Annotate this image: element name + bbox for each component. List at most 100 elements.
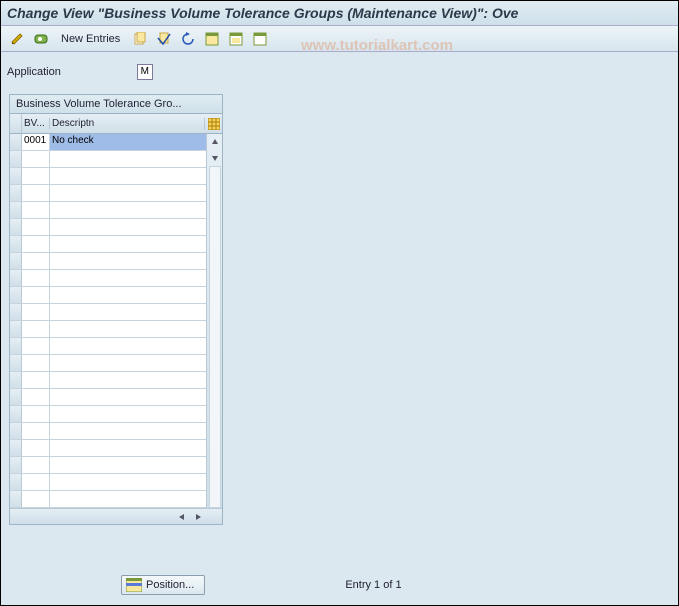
cell-description[interactable] [50,372,206,388]
cell-description[interactable] [50,253,206,269]
cell-bv[interactable] [22,440,50,456]
cell-description[interactable] [50,219,206,235]
row-selector[interactable] [10,457,22,473]
table-row[interactable] [10,440,206,457]
table-row[interactable] [10,253,206,270]
column-description[interactable]: Descriptn [50,118,204,129]
cell-bv[interactable] [22,338,50,354]
cell-description[interactable] [50,202,206,218]
undo-icon[interactable] [178,29,198,49]
scrollbar-track[interactable] [209,166,221,508]
table-row[interactable] [10,423,206,440]
other-view-icon[interactable] [31,29,51,49]
table-row[interactable] [10,168,206,185]
table-row[interactable] [10,236,206,253]
cell-description[interactable] [50,406,206,422]
table-row[interactable] [10,372,206,389]
table-row[interactable] [10,287,206,304]
cell-description[interactable] [50,151,206,167]
cell-description[interactable] [50,440,206,456]
cell-bv[interactable] [22,270,50,286]
position-button[interactable]: Position... [121,575,205,595]
deselect-all-icon[interactable] [250,29,270,49]
cell-description[interactable] [50,321,206,337]
cell-bv[interactable] [22,304,50,320]
scroll-up-icon[interactable] [208,135,222,149]
row-selector[interactable] [10,202,22,218]
cell-bv[interactable] [22,219,50,235]
cell-description[interactable] [50,491,206,507]
table-row[interactable] [10,457,206,474]
cell-description[interactable] [50,270,206,286]
table-row[interactable] [10,151,206,168]
cell-bv[interactable] [22,457,50,473]
cell-description[interactable] [50,389,206,405]
scroll-right-icon[interactable] [191,510,205,524]
row-selector[interactable] [10,236,22,252]
table-row[interactable] [10,219,206,236]
application-field[interactable]: M [137,64,153,80]
row-selector[interactable] [10,151,22,167]
cell-description[interactable] [50,474,206,490]
row-selector[interactable] [10,338,22,354]
row-selector[interactable] [10,355,22,371]
row-selector[interactable] [10,372,22,388]
row-selector[interactable] [10,185,22,201]
cell-bv[interactable] [22,372,50,388]
cell-description[interactable] [50,168,206,184]
table-row[interactable] [10,185,206,202]
row-selector-header[interactable] [10,114,22,133]
table-row[interactable] [10,491,206,508]
table-row[interactable] [10,338,206,355]
cell-description[interactable] [50,287,206,303]
row-selector[interactable] [10,304,22,320]
row-selector[interactable] [10,287,22,303]
toggle-display-change-icon[interactable] [7,29,27,49]
cell-bv[interactable] [22,287,50,303]
cell-description[interactable] [50,338,206,354]
cell-bv[interactable] [22,355,50,371]
row-selector[interactable] [10,168,22,184]
cell-description[interactable] [50,236,206,252]
horizontal-scrollbar[interactable] [10,508,222,524]
new-entries-button[interactable]: New Entries [55,29,126,49]
cell-bv[interactable] [22,168,50,184]
cell-bv[interactable] [22,423,50,439]
cell-bv[interactable] [22,185,50,201]
cell-bv[interactable] [22,491,50,507]
vertical-scrollbar[interactable] [206,134,222,508]
row-selector[interactable] [10,474,22,490]
cell-description[interactable] [50,355,206,371]
table-row[interactable] [10,270,206,287]
select-all-icon[interactable] [202,29,222,49]
cell-bv[interactable] [22,253,50,269]
cell-description[interactable]: No check [50,134,206,150]
table-row[interactable] [10,474,206,491]
copy-as-icon[interactable] [130,29,150,49]
table-row[interactable] [10,406,206,423]
cell-description[interactable] [50,185,206,201]
delete-icon[interactable] [154,29,174,49]
row-selector[interactable] [10,270,22,286]
table-row[interactable] [10,389,206,406]
row-selector[interactable] [10,321,22,337]
cell-description[interactable] [50,457,206,473]
table-settings-icon[interactable] [204,118,222,130]
table-row[interactable] [10,321,206,338]
row-selector[interactable] [10,406,22,422]
cell-bv[interactable]: 0001 [22,134,50,150]
scroll-down-icon[interactable] [208,151,222,165]
table-row[interactable] [10,355,206,372]
row-selector[interactable] [10,134,22,150]
cell-bv[interactable] [22,389,50,405]
cell-bv[interactable] [22,321,50,337]
row-selector[interactable] [10,440,22,456]
row-selector[interactable] [10,389,22,405]
table-row[interactable]: 0001No check [10,134,206,151]
row-selector[interactable] [10,219,22,235]
scroll-left-icon[interactable] [175,510,189,524]
cell-bv[interactable] [22,406,50,422]
table-row[interactable] [10,304,206,321]
cell-bv[interactable] [22,236,50,252]
column-bv[interactable]: BV... [22,118,50,129]
